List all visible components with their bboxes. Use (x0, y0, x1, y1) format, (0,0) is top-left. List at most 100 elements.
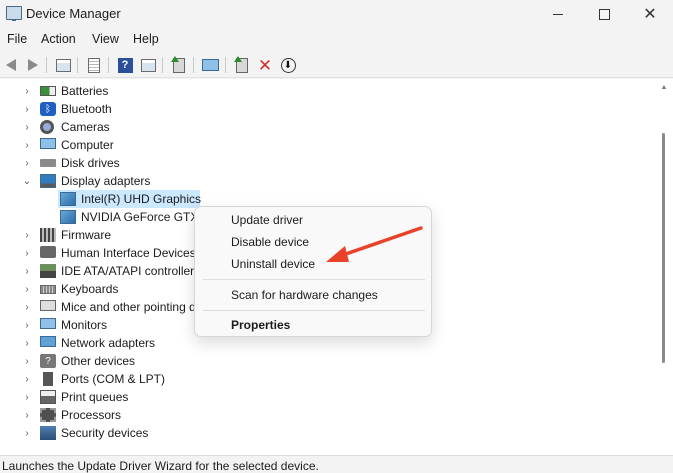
help-button[interactable]: ? (116, 56, 134, 74)
uninstall-device-button[interactable]: ✕ (256, 56, 274, 74)
menu-item-update-driver[interactable]: Update driver (231, 213, 303, 227)
window-title: Device Manager (26, 6, 121, 21)
disable-device-button[interactable]: ⬇ (279, 56, 297, 74)
back-arrow-icon (6, 59, 16, 71)
tree-item-security-devices[interactable]: › Security devices (0, 424, 300, 442)
expand-chevron-icon[interactable]: › (22, 406, 32, 424)
expand-chevron-icon[interactable]: › (22, 388, 32, 406)
menu-help[interactable]: Help (133, 32, 159, 46)
menu-action[interactable]: Action (41, 32, 76, 46)
tree-item-label: Human Interface Devices (61, 246, 196, 260)
help-icon: ? (117, 57, 133, 73)
menu-item-scan-hardware[interactable]: Scan for hardware changes (231, 288, 378, 302)
forward-arrow-icon (28, 59, 38, 71)
show-hide-action-pane-button[interactable] (139, 56, 157, 74)
camera-icon (40, 120, 54, 134)
tree-item-print-queues[interactable]: › Print queues (0, 388, 300, 406)
scan-monitor-icon (201, 59, 219, 71)
enable-device-icon (234, 55, 248, 73)
computer-icon (40, 138, 56, 149)
processor-icon (40, 408, 56, 422)
tree-item-label: Print queues (61, 390, 129, 404)
toolbar-separator (46, 57, 47, 73)
menu-item-uninstall-device[interactable]: Uninstall device (231, 257, 315, 271)
tree-item-label: Intel(R) UHD Graphics (81, 192, 202, 206)
expand-chevron-icon[interactable]: › (22, 82, 32, 100)
title-bar: Device Manager ✕ (0, 0, 673, 28)
toolbar-separator (162, 57, 163, 73)
tree-item-label: Other devices (61, 354, 136, 368)
close-button[interactable]: ✕ (627, 0, 673, 28)
port-icon (43, 372, 53, 386)
maximize-button[interactable] (581, 0, 627, 28)
menu-view[interactable]: View (92, 32, 119, 46)
expand-chevron-icon[interactable]: › (22, 244, 32, 262)
gpu-icon (60, 192, 76, 206)
expand-chevron-icon[interactable]: › (22, 118, 32, 136)
expand-chevron-icon[interactable]: › (22, 100, 32, 118)
properties-button[interactable] (85, 56, 103, 74)
tree-item-label: Processors (61, 408, 122, 422)
tree-item-bluetooth[interactable]: › ᛒ Bluetooth (0, 100, 300, 118)
update-driver-button[interactable] (170, 55, 188, 74)
menu-item-properties[interactable]: Properties (231, 318, 290, 332)
firmware-icon (40, 228, 56, 242)
properties-icon (88, 57, 100, 73)
expand-chevron-icon[interactable]: › (22, 154, 32, 172)
collapse-chevron-icon[interactable]: ⌄ (22, 172, 32, 190)
ide-controller-icon (40, 264, 56, 278)
tree-item-label: Security devices (61, 426, 149, 440)
tree-item-other-devices[interactable]: › ? Other devices (0, 352, 300, 370)
printer-icon (40, 390, 56, 404)
expand-chevron-icon[interactable]: › (22, 424, 32, 442)
tree-item-ports[interactable]: › Ports (COM & LPT) (0, 370, 300, 388)
tree-item-label: Monitors (61, 318, 108, 332)
menu-bar: File Action View Help (0, 30, 673, 50)
menu-item-disable-device[interactable]: Disable device (231, 235, 309, 249)
tree-item-batteries[interactable]: › Batteries (0, 82, 300, 100)
keyboard-icon (40, 285, 56, 294)
scan-hardware-button[interactable] (201, 56, 219, 74)
menu-separator (203, 279, 425, 280)
tree-item-display-adapters[interactable]: ⌄ Display adapters (0, 172, 300, 190)
other-devices-icon: ? (40, 354, 56, 368)
tree-item-processors[interactable]: › Processors (0, 406, 300, 424)
tree-item-label: Disk drives (61, 156, 120, 170)
bluetooth-icon: ᛒ (40, 102, 56, 116)
tree-item-label: Network adapters (61, 336, 156, 350)
tree-item-label: IDE ATA/ATAPI controllers (61, 264, 201, 278)
expand-chevron-icon[interactable]: › (22, 136, 32, 154)
minimize-button[interactable] (535, 0, 581, 28)
tree-item-label: Ports (COM & LPT) (61, 372, 166, 386)
show-hide-console-tree-button[interactable] (54, 56, 72, 74)
tree-item-label: Bluetooth (61, 102, 112, 116)
toolbar-separator (225, 57, 226, 73)
tree-item-label: Computer (61, 138, 114, 152)
back-button[interactable] (2, 56, 20, 74)
monitor-icon (40, 318, 56, 329)
disk-drive-icon (40, 159, 56, 167)
tree-item-computer[interactable]: › Computer (0, 136, 300, 154)
expand-chevron-icon[interactable]: › (22, 298, 32, 316)
expand-chevron-icon[interactable]: › (22, 226, 32, 244)
expand-chevron-icon[interactable]: › (22, 352, 32, 370)
toolbar-separator (193, 57, 194, 73)
toolbar: ? ✕ ⬇ (0, 52, 673, 78)
status-text: Launches the Update Driver Wizard for th… (2, 459, 319, 473)
expand-chevron-icon[interactable]: › (22, 316, 32, 334)
down-arrow-circle-icon: ⬇ (280, 57, 296, 73)
security-device-icon (40, 426, 56, 440)
expand-chevron-icon[interactable]: › (22, 280, 32, 298)
tree-item-label: Firmware (61, 228, 111, 242)
scroll-up-arrow-icon[interactable]: ▲ (660, 84, 668, 92)
enable-device-button[interactable] (233, 55, 251, 74)
tree-item-cameras[interactable]: › Cameras (0, 118, 300, 136)
vertical-scrollbar-thumb[interactable] (662, 133, 665, 363)
tree-item-disk-drives[interactable]: › Disk drives (0, 154, 300, 172)
forward-button[interactable] (24, 56, 42, 74)
hid-icon (40, 246, 56, 258)
expand-chevron-icon[interactable]: › (22, 262, 32, 280)
expand-chevron-icon[interactable]: › (22, 370, 32, 388)
menu-file[interactable]: File (7, 32, 27, 46)
expand-chevron-icon[interactable]: › (22, 334, 32, 352)
